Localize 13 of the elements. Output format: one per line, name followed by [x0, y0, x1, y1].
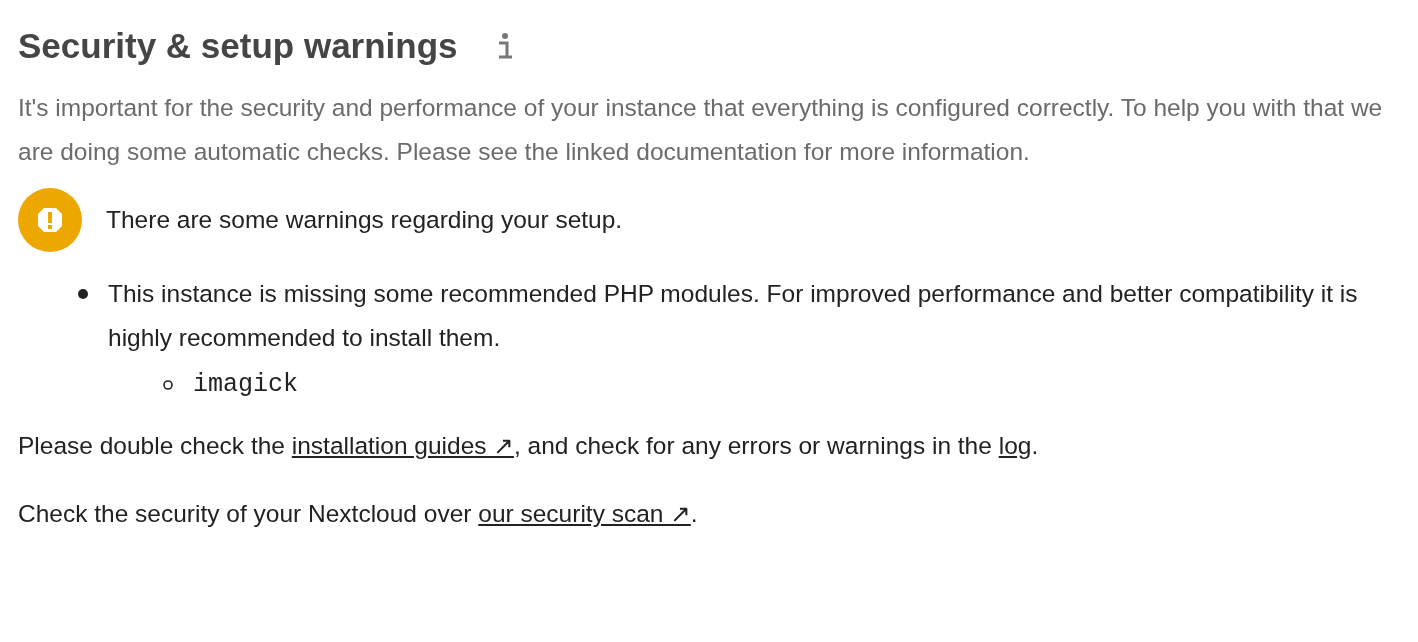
bullet-icon: [78, 289, 88, 299]
status-message: There are some warnings regarding your setup.: [106, 206, 623, 234]
info-text: Please double check the installation guides ↗, and check for any errors or warnings in the log.: [18, 431, 1040, 461]
doc-link[interactable]: installation guides ↗: [291, 432, 514, 459]
info-text: Check the security of your Nextcloud over our security scan ↗.: [18, 499, 699, 529]
module-name: imagick: [193, 370, 299, 399]
bullet-icon: [163, 379, 173, 390]
doc-link[interactable]: our security scan ↗: [478, 500, 691, 527]
warning-text: This instance is missing some recommended PHP modules. For improved performance and better compatibility it is highly recommended to install them.: [108, 279, 1359, 353]
warning-icon: [18, 188, 82, 252]
section-heading: Security & setup warnings: [18, 26, 458, 66]
intro-text: It's important for the security and performance of your instance that everything is configured correctly. To help you with that we are doing some automatic checks. Please see the linked documentation for more information.: [18, 93, 1384, 167]
doc-link[interactable]: log: [998, 432, 1032, 459]
